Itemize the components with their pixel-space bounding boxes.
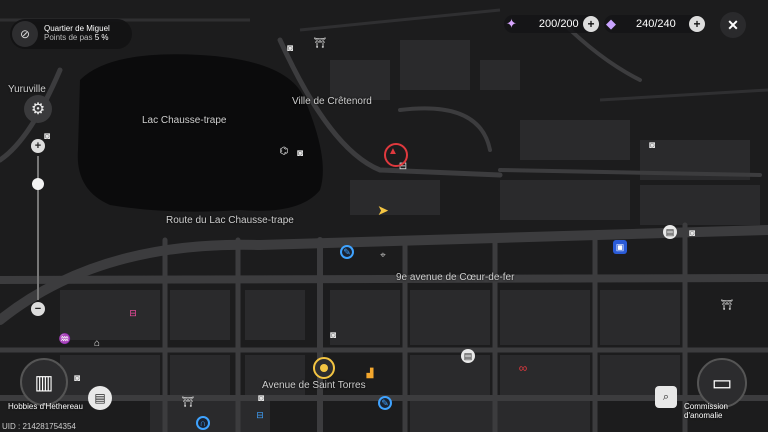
commission-button[interactable]: ▭ [697,358,747,408]
gate-icon[interactable]: ⛩ [720,299,734,313]
car-icon[interactable]: ⊟ [253,408,267,422]
phone-booth-icon[interactable]: ✎ [378,396,392,410]
store-icon[interactable]: ∩ [196,416,210,430]
quest-target-icon[interactable]: ⌖ [376,249,390,263]
zoom-out-button[interactable]: − [31,302,45,316]
camera-icon[interactable]: ◙ [645,139,659,153]
energy-value: 200/200 [538,18,579,30]
label-town: Ville de Crêtenord [292,96,372,107]
zoom-in-button[interactable]: + [31,139,45,153]
car-icon[interactable]: ⊟ [126,306,140,320]
energy-icon: ✦ [506,16,517,31]
phone-booth-icon[interactable]: ✎ [340,245,354,259]
close-button[interactable]: ✕ [720,12,746,38]
gate-icon[interactable]: ⛩ [313,37,327,51]
commission-label: Commission d'anomalie [684,402,729,420]
uid-label: UID : 214281754354 [2,422,76,431]
camera-icon[interactable]: ◙ [326,329,340,343]
trash-icon[interactable]: ▤ [663,225,677,239]
lake-water [77,54,323,212]
building-icon[interactable]: ▟ [363,366,377,380]
trash-icon[interactable]: ▤ [461,349,475,363]
camera-icon[interactable]: ◙ [685,227,699,241]
progress-label: Points de pas [44,33,93,42]
label-yuruville: Yuruville [8,84,46,95]
crystal-value: 240/240 [636,18,676,30]
shop-icon[interactable]: ▣ [613,240,627,254]
add-energy-button[interactable]: + [583,16,599,32]
hobbies-button[interactable]: ▥ [20,358,68,406]
progress-value: 5 % [94,33,109,42]
camera-icon[interactable]: ◙ [70,372,84,386]
label-torres: Avenue de Saint Torres [262,380,366,391]
selected-location-marker-icon[interactable] [313,357,335,379]
district-panel: ⊘ Quartier de Miguel Points de pas 5 % [10,19,132,49]
label-lake: Lac Chausse-trape [142,115,227,126]
settings-gear-icon[interactable]: ⚙ [24,95,52,123]
fountain-icon[interactable]: ♒ [58,333,72,347]
hobbies-label: Hobbies d'Hethereau [8,402,83,411]
add-crystal-button[interactable]: + [689,16,705,32]
zoom-slider-handle[interactable] [32,178,44,190]
compass-icon[interactable]: ⊘ [12,21,38,47]
camera-icon[interactable]: ◙ [254,392,268,406]
label-lake-road: Route du Lac Chausse-trape [166,215,294,226]
camera-icon[interactable]: ◙ [283,42,297,56]
search-zoom-button[interactable]: ⌕ [655,386,677,408]
crystal-icon: ◆ [606,16,616,31]
link-icon[interactable]: ∞ [516,361,530,375]
camera-icon[interactable]: ◙ [293,147,307,161]
notes-button[interactable]: ▤ [88,386,112,410]
shell-icon[interactable]: ⌬ [277,145,291,159]
quest-location-marker-icon[interactable] [384,143,408,167]
statue-icon[interactable]: ⌂ [90,337,104,351]
gate-icon[interactable]: ⛩ [181,396,195,410]
player-marker-icon: ➤ [377,202,389,218]
label-avenue9: 9e avenue de Cœur-de-fer [396,272,515,283]
